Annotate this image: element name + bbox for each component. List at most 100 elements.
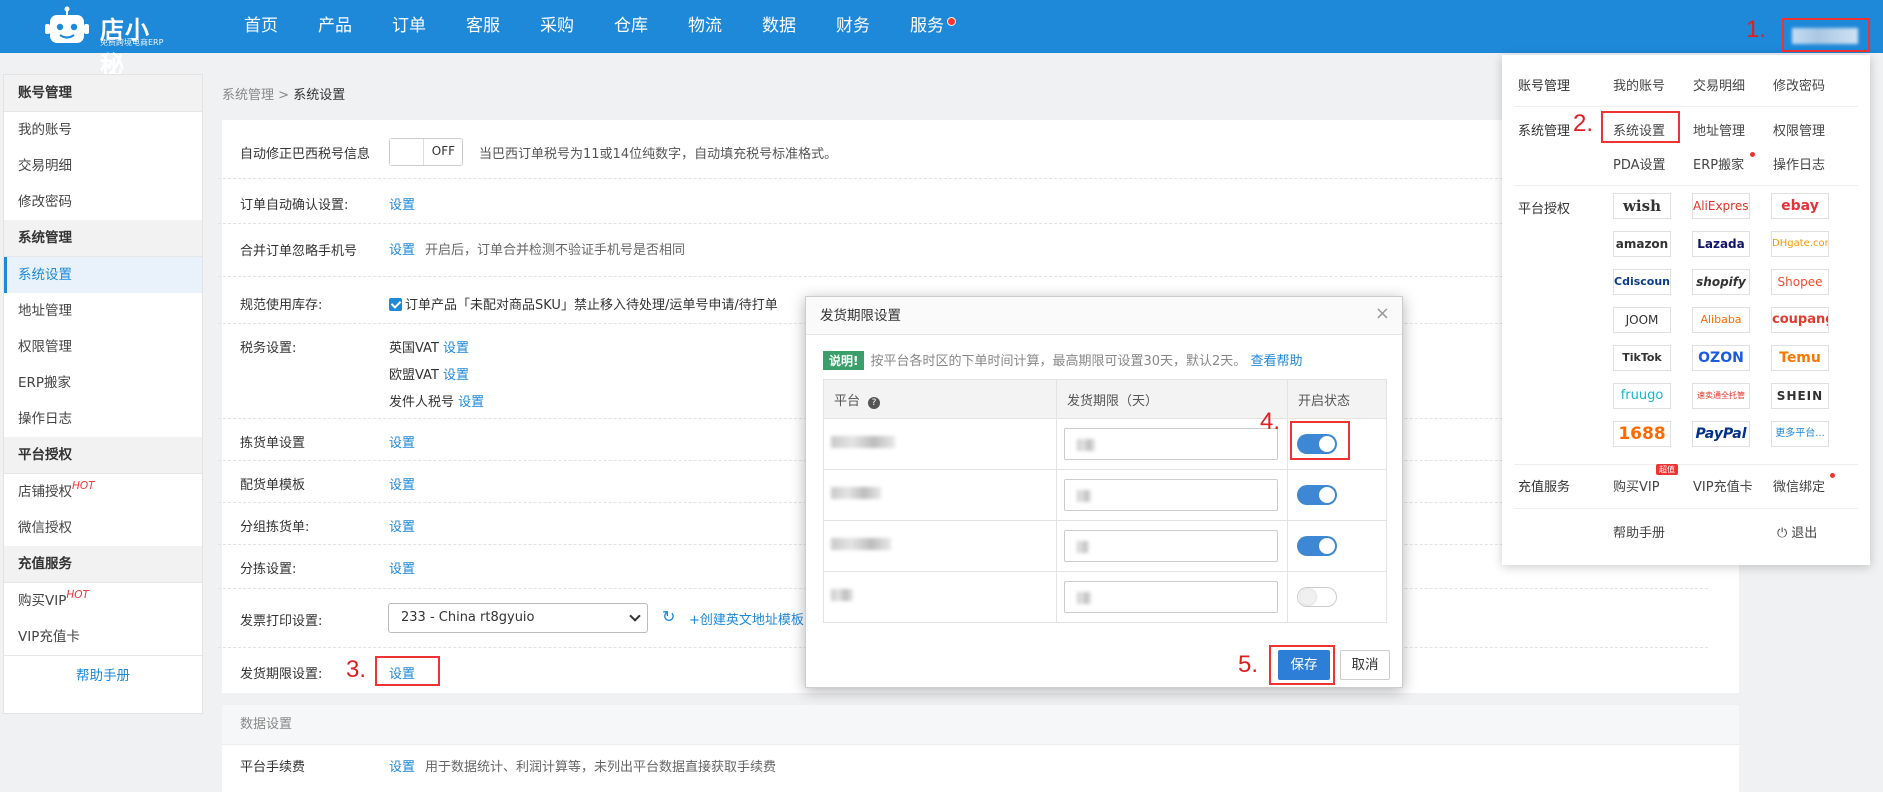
nav-service[interactable]: 客服 xyxy=(446,0,520,53)
deadline-input[interactable] xyxy=(1064,479,1278,511)
platform-logo-dhgate[interactable]: DHgate.com xyxy=(1771,231,1829,257)
invoice-template-select[interactable]: 233 - China rt8gyuio xyxy=(388,603,648,633)
account-dropdown-menu: 账号管理 我的账号 交易明细 修改密码 系统管理 系统设置 地址管理 权限管理 … xyxy=(1502,55,1870,565)
create-address-template-link[interactable]: +创建英文地址模板 xyxy=(689,609,804,628)
group-picking-set-link[interactable]: 设置 xyxy=(389,516,415,535)
nav-orders[interactable]: 订单 xyxy=(372,0,446,53)
platform-logo-shopee[interactable]: Shopee xyxy=(1771,269,1829,295)
divider xyxy=(1514,464,1858,465)
nav-purchase[interactable]: 采购 xyxy=(520,0,594,53)
status-toggle[interactable] xyxy=(1297,587,1337,607)
main-nav: 首页 产品 订单 客服 采购 仓库 物流 数据 财务 服务 xyxy=(224,0,964,53)
picking-set-link[interactable]: 设置 xyxy=(389,432,415,451)
tax-eu-set-link[interactable]: 设置 xyxy=(443,368,469,383)
platform-logo-1688[interactable]: 1688 xyxy=(1613,421,1671,447)
platform-logo-fruugo[interactable]: fruugo xyxy=(1613,383,1671,409)
nav-data[interactable]: 数据 xyxy=(742,0,816,53)
platform-logo-coupang[interactable]: coupang xyxy=(1771,307,1829,333)
sidebar-item-transactions[interactable]: 交易明细 xyxy=(4,148,202,184)
dropdown-item-erp-migrate[interactable]: ERP搬家 xyxy=(1693,154,1744,173)
nav-products[interactable]: 产品 xyxy=(298,0,372,53)
platform-logo-aliexpress[interactable]: AliExpress xyxy=(1692,193,1750,219)
sidebar-item-system-settings[interactable]: 系统设置 xyxy=(4,257,202,293)
sidebar-item-vip-card[interactable]: VIP充值卡 xyxy=(4,619,202,655)
packing-set-link[interactable]: 设置 xyxy=(389,474,415,493)
platform-logo-temu[interactable]: Temu xyxy=(1771,345,1829,371)
status-toggle[interactable] xyxy=(1297,485,1337,505)
invoice-label: 发票打印设置: xyxy=(240,614,323,629)
logout-button[interactable]: ⏻ 退出 xyxy=(1777,522,1817,541)
platform-logo-cdiscount[interactable]: Cdiscount xyxy=(1613,269,1671,295)
sidebar-help-link[interactable]: 帮助手册 xyxy=(4,655,202,695)
deadline-input[interactable] xyxy=(1064,581,1278,613)
platform-logo-joom[interactable]: JOOM xyxy=(1613,307,1671,333)
platform-logo-shopify[interactable]: shopify xyxy=(1692,269,1750,295)
auto-confirm-label: 订单自动确认设置: xyxy=(240,198,349,213)
platform-logo-lazada[interactable]: Lazada xyxy=(1692,231,1750,257)
platform-logo-ebay[interactable]: ebay xyxy=(1771,193,1829,219)
tax-sender-set-link[interactable]: 设置 xyxy=(458,395,484,410)
dropdown-item-change-password[interactable]: 修改密码 xyxy=(1773,75,1825,94)
sidebar-item-my-account[interactable]: 我的账号 xyxy=(4,112,202,148)
tax-eu-label: 欧盟VAT xyxy=(389,368,439,383)
sidebar-item-logs[interactable]: 操作日志 xyxy=(4,401,202,437)
platform-fee-set-link[interactable]: 设置 xyxy=(389,760,415,775)
platform-logo-paypal[interactable]: PayPal xyxy=(1692,421,1750,447)
dropdown-item-buy-vip[interactable]: 购买VIP xyxy=(1613,476,1660,495)
status-toggle[interactable] xyxy=(1297,536,1337,556)
platform-logo-ozon[interactable]: OZON xyxy=(1692,345,1750,371)
sidebar-item-store-auth[interactable]: 店铺授权HOT xyxy=(4,474,202,510)
nav-home[interactable]: 首页 xyxy=(224,0,298,53)
platform-logo-alibaba[interactable]: Alibaba xyxy=(1692,307,1750,333)
close-icon[interactable]: × xyxy=(1375,303,1390,324)
group-picking-label: 分组拣货单: xyxy=(240,520,310,535)
deadline-input[interactable] xyxy=(1064,530,1278,562)
sidebar-item-change-password[interactable]: 修改密码 xyxy=(4,184,202,220)
dropdown-item-pda[interactable]: PDA设置 xyxy=(1613,154,1666,173)
question-icon[interactable]: ? xyxy=(868,396,881,409)
picking-label: 拣货单设置 xyxy=(240,436,306,451)
nav-finance[interactable]: 财务 xyxy=(816,0,890,53)
sidebar-item-wechat-auth[interactable]: 微信授权 xyxy=(4,510,202,546)
stock-checkbox[interactable] xyxy=(389,298,402,311)
nav-warehouse[interactable]: 仓库 xyxy=(594,0,668,53)
tax-uk-set-link[interactable]: 设置 xyxy=(443,341,469,356)
divider xyxy=(218,276,1708,277)
brazil-tax-toggle[interactable]: OFF xyxy=(389,138,463,166)
sorting-set-link[interactable]: 设置 xyxy=(389,558,415,577)
deadline-input[interactable] xyxy=(1064,428,1278,460)
cancel-button[interactable]: 取消 xyxy=(1340,650,1390,680)
breadcrumb-current: 系统设置 xyxy=(293,88,346,103)
platform-logo-wish[interactable]: wish xyxy=(1613,193,1671,219)
platform-logo-tiktok[interactable]: TikTok xyxy=(1613,345,1671,371)
platform-logo-aliexpress-choice[interactable]: 速卖通全托管 xyxy=(1692,383,1750,409)
view-help-link[interactable]: 查看帮助 xyxy=(1250,354,1302,369)
dropdown-item-wechat-bind[interactable]: 微信绑定 xyxy=(1773,476,1825,495)
dropdown-help-link[interactable]: 帮助手册 xyxy=(1613,522,1665,541)
sidebar-item-address[interactable]: 地址管理 xyxy=(4,293,202,329)
dropdown-item-address[interactable]: 地址管理 xyxy=(1693,120,1745,139)
merge-set-link[interactable]: 设置 xyxy=(389,243,415,258)
more-platforms-link[interactable]: 更多平台... xyxy=(1771,421,1829,447)
platform-cell xyxy=(823,520,1057,572)
column-header-status: 开启状态 xyxy=(1287,379,1387,419)
dropdown-item-permissions[interactable]: 权限管理 xyxy=(1773,120,1825,139)
dropdown-item-transactions[interactable]: 交易明细 xyxy=(1693,75,1745,94)
platform-logo-shein[interactable]: SHEIN xyxy=(1771,383,1829,409)
dropdown-item-logs[interactable]: 操作日志 xyxy=(1773,154,1825,173)
platform-logo-amazon[interactable]: amazon xyxy=(1613,231,1671,257)
sidebar-item-erp-migrate[interactable]: ERP搬家 xyxy=(4,365,202,401)
sidebar: 账号管理 我的账号 交易明细 修改密码 系统管理 系统设置 地址管理 权限管理 … xyxy=(3,74,203,714)
dropdown-item-vip-card[interactable]: VIP充值卡 xyxy=(1693,476,1753,495)
auto-confirm-set-link[interactable]: 设置 xyxy=(389,194,415,213)
toggle-knob xyxy=(1319,538,1335,554)
shipping-deadline-set-link[interactable]: 设置 xyxy=(389,663,415,682)
logo[interactable]: 店小秘 免费跨境电商ERP xyxy=(44,4,174,79)
breadcrumb-parent[interactable]: 系统管理 xyxy=(222,88,274,103)
nav-logistics[interactable]: 物流 xyxy=(668,0,742,53)
refresh-icon[interactable]: ↻ xyxy=(662,609,678,625)
sidebar-item-buy-vip[interactable]: 购买VIPHOT xyxy=(4,583,202,619)
dropdown-item-my-account[interactable]: 我的账号 xyxy=(1613,75,1665,94)
sidebar-item-permissions[interactable]: 权限管理 xyxy=(4,329,202,365)
nav-services[interactable]: 服务 xyxy=(890,0,964,53)
